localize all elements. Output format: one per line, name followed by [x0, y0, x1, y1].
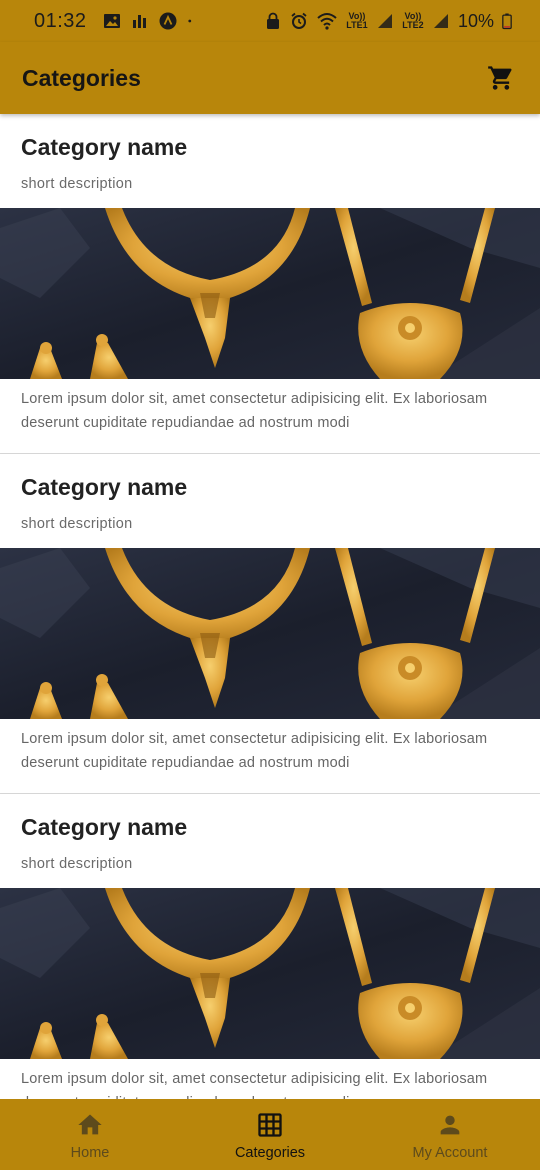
status-time: 01:32 — [34, 9, 87, 32]
cart-icon — [488, 66, 512, 90]
volte1-label: Vo)) LTE1 — [346, 11, 368, 30]
nav-item-categories[interactable]: Categories — [180, 1099, 360, 1170]
alarm-icon — [291, 12, 307, 29]
nav-label-home: Home — [70, 1144, 110, 1161]
battery-icon — [502, 13, 512, 30]
home-icon — [78, 1114, 102, 1134]
category-subtitle: short description — [21, 856, 133, 872]
person-icon — [440, 1115, 460, 1134]
category-image — [0, 208, 540, 379]
grid-icon — [258, 1112, 282, 1137]
nav-item-home[interactable]: Home — [0, 1099, 180, 1170]
category-description: Lorem ipsum dolor sit, amet consectetur … — [21, 391, 488, 431]
category-card[interactable]: Category name short description Lorem ip… — [0, 794, 540, 1099]
gallery-icon — [103, 14, 120, 28]
category-image — [0, 548, 540, 719]
app-notification-icon — [159, 12, 177, 30]
category-description: Lorem ipsum dolor sit, amet consectetur … — [21, 731, 488, 771]
bottom-nav: Home Categories My Account — [0, 1099, 540, 1170]
signal1-icon — [377, 14, 392, 28]
battery-percent: 10% — [457, 10, 494, 31]
category-title: Category name — [21, 134, 188, 160]
nav-label-categories: Categories — [234, 1144, 306, 1161]
category-title: Category name — [21, 474, 188, 500]
category-subtitle: short description — [21, 516, 133, 532]
signal2-icon — [433, 14, 448, 28]
category-image — [0, 888, 540, 1059]
app-bar: Categories — [0, 42, 540, 114]
stats-icon — [132, 15, 146, 28]
category-description: Lorem ipsum dolor sit, amet consectetur … — [21, 1071, 488, 1099]
category-subtitle: short description — [21, 176, 133, 192]
status-bar: 01:32 Vo)) LTE1 Vo)) LTE2 10% — [0, 0, 540, 42]
wifi-icon — [317, 13, 337, 30]
category-card[interactable]: Category name short description Lorem ip… — [0, 114, 540, 454]
category-card[interactable]: Category name short description Lorem ip… — [0, 454, 540, 794]
lock-icon — [266, 12, 279, 29]
category-list[interactable]: Category name short description Lorem ip… — [0, 114, 540, 1099]
category-title: Category name — [21, 814, 188, 840]
dot-icon — [187, 19, 191, 23]
nav-label-account: My Account — [412, 1144, 488, 1161]
cart-button[interactable] — [486, 63, 516, 93]
page-title: Categories — [22, 64, 141, 91]
nav-item-account[interactable]: My Account — [360, 1099, 540, 1170]
volte2-label: Vo)) LTE2 — [402, 11, 424, 30]
